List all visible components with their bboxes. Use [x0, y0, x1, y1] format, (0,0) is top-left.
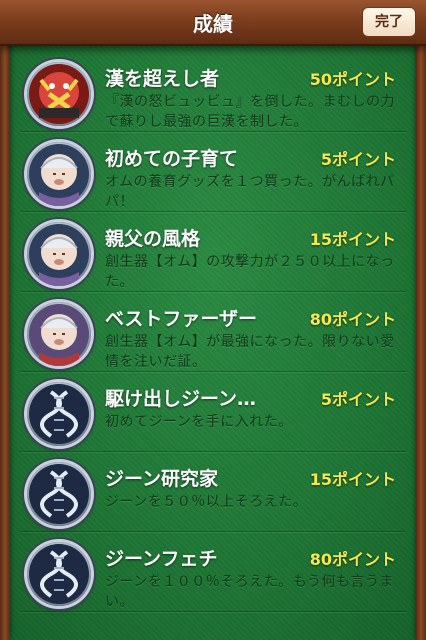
- achievement-name: 駆け出しジーン…: [105, 388, 257, 410]
- achievement-list[interactable]: 漢を超えし者 50ポイント 『漢の怒ビュッビュ』を倒した。まむしの力で蘇りし最強…: [0, 52, 426, 612]
- achievement-description: オムの養育グッズを１つ買った。がんばれパパ！: [105, 174, 395, 210]
- achievement-description: 初めてジーンを手に入れた。: [105, 414, 293, 430]
- achievement-row[interactable]: 親父の風格 15ポイント 創生器【オム】の攻撃力が２５０以上になった。: [0, 212, 426, 292]
- achievement-row[interactable]: 初めての子育て 5ポイント オムの養育グッズを１つ買った。がんばれパパ！: [0, 132, 426, 212]
- achievement-name: 漢を超えし者: [105, 68, 220, 90]
- achievement-name: ジーンフェチ: [105, 548, 218, 570]
- achievement-name: 親父の風格: [105, 228, 201, 250]
- achievement-name: ジーン研究家: [105, 468, 219, 490]
- achievement-points: 15ポイント: [309, 230, 396, 249]
- achievement-points: 15ポイント: [309, 470, 396, 489]
- achievement-name: ベストファーザー: [105, 308, 258, 330]
- achievement-description: 『漢の怒ビュッビュ』を倒した。まむしの力で蘇りし最強の巨漢を制した。: [105, 94, 395, 130]
- achievement-points: 5ポイント: [320, 150, 396, 169]
- achievement-description: ジーンを５０％以上そろえた。: [105, 494, 308, 510]
- dna-badge-icon: [27, 542, 91, 606]
- achievement-points: 80ポイント: [309, 550, 396, 569]
- achievement-row[interactable]: 漢を超えし者 50ポイント 『漢の怒ビュッビュ』を倒した。まむしの力で蘇りし最強…: [0, 52, 426, 132]
- achievement-row[interactable]: ベストファーザー 80ポイント 創生器【オム】が最強になった。限りない愛情を注い…: [0, 292, 426, 372]
- achievement-description: 創生器【オム】の攻撃力が２５０以上になった。: [105, 254, 395, 290]
- achievement-points: 5ポイント: [320, 390, 396, 409]
- baby-badge-icon: [27, 222, 91, 286]
- done-button[interactable]: 完了: [362, 7, 416, 37]
- navigation-bar: 成績 完了: [0, 0, 426, 46]
- boss-badge-icon: [27, 62, 91, 126]
- achievement-points: 50ポイント: [309, 70, 396, 89]
- achievement-row[interactable]: ジーン研究家 15ポイント ジーンを５０％以上そろえた。: [0, 452, 426, 532]
- dna-badge-icon: [27, 382, 91, 446]
- baby-badge-icon: [27, 142, 91, 206]
- achievement-row[interactable]: 駆け出しジーン… 5ポイント 初めてジーンを手に入れた。: [0, 372, 426, 452]
- achievement-row[interactable]: ジーンフェチ 80ポイント ジーンを１００％そろえた。もう何も言うまい。: [0, 532, 426, 612]
- dna-badge-icon: [27, 462, 91, 526]
- baby-badge-icon: [27, 302, 91, 366]
- achievement-points: 80ポイント: [309, 310, 396, 329]
- achievement-description: ジーンを１００％そろえた。もう何も言うまい。: [105, 574, 394, 610]
- achievement-name: 初めての子育て: [105, 148, 239, 170]
- achievement-description: 創生器【オム】が最強になった。限りない愛情を注いだ証。: [105, 334, 395, 370]
